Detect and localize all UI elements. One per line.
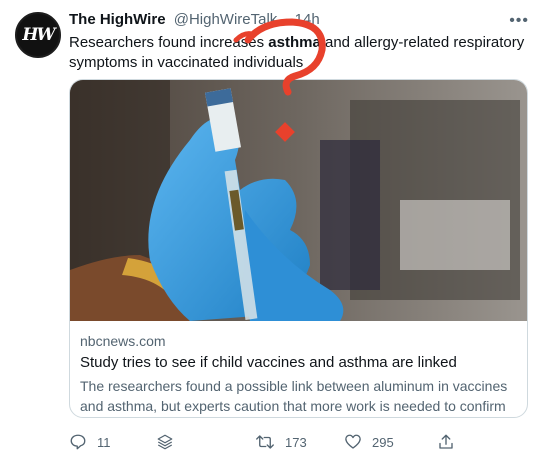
tweet-text: Researchers found increases asthma and a… [69, 33, 539, 73]
like-count: 295 [372, 434, 394, 450]
stack-button[interactable] [156, 433, 174, 451]
card-domain: nbcnews.com [80, 333, 166, 349]
tweet-time[interactable]: · 14h [285, 11, 319, 28]
author-handle[interactable]: @HighWireTalk [174, 11, 278, 28]
avatar-logo-text: HW [22, 25, 55, 45]
tweet-header: The HighWire @HighWireTalk · 14h [69, 11, 320, 28]
tweet-actions: 11 173 295 [69, 433, 529, 455]
avatar[interactable]: HW [15, 12, 61, 58]
tweet-text-highlight: asthma [268, 34, 321, 51]
more-icon[interactable]: ••• [509, 12, 529, 30]
retweet-count: 173 [285, 434, 307, 450]
card-description: The researchers found a possible link be… [80, 378, 508, 414]
reply-count: 11 [97, 434, 111, 450]
author-name[interactable]: The HighWire [69, 11, 166, 28]
share-button[interactable] [437, 433, 455, 451]
card-info: nbcnews.com Study tries to see if child … [80, 332, 520, 417]
like-button[interactable]: 295 [344, 433, 394, 451]
card-image [70, 80, 527, 321]
card-title: Study tries to see if child vaccines and… [80, 354, 457, 371]
retweet-icon [256, 435, 274, 449]
retweet-button[interactable]: 173 [255, 433, 307, 451]
share-icon [439, 434, 453, 449]
link-card[interactable]: nbcnews.com Study tries to see if child … [69, 79, 528, 418]
stack-icon [157, 434, 173, 450]
tweet-text-start: Researchers found increases [69, 34, 269, 51]
like-icon [345, 434, 361, 449]
reply-icon [70, 434, 86, 450]
reply-button[interactable]: 11 [69, 433, 111, 451]
